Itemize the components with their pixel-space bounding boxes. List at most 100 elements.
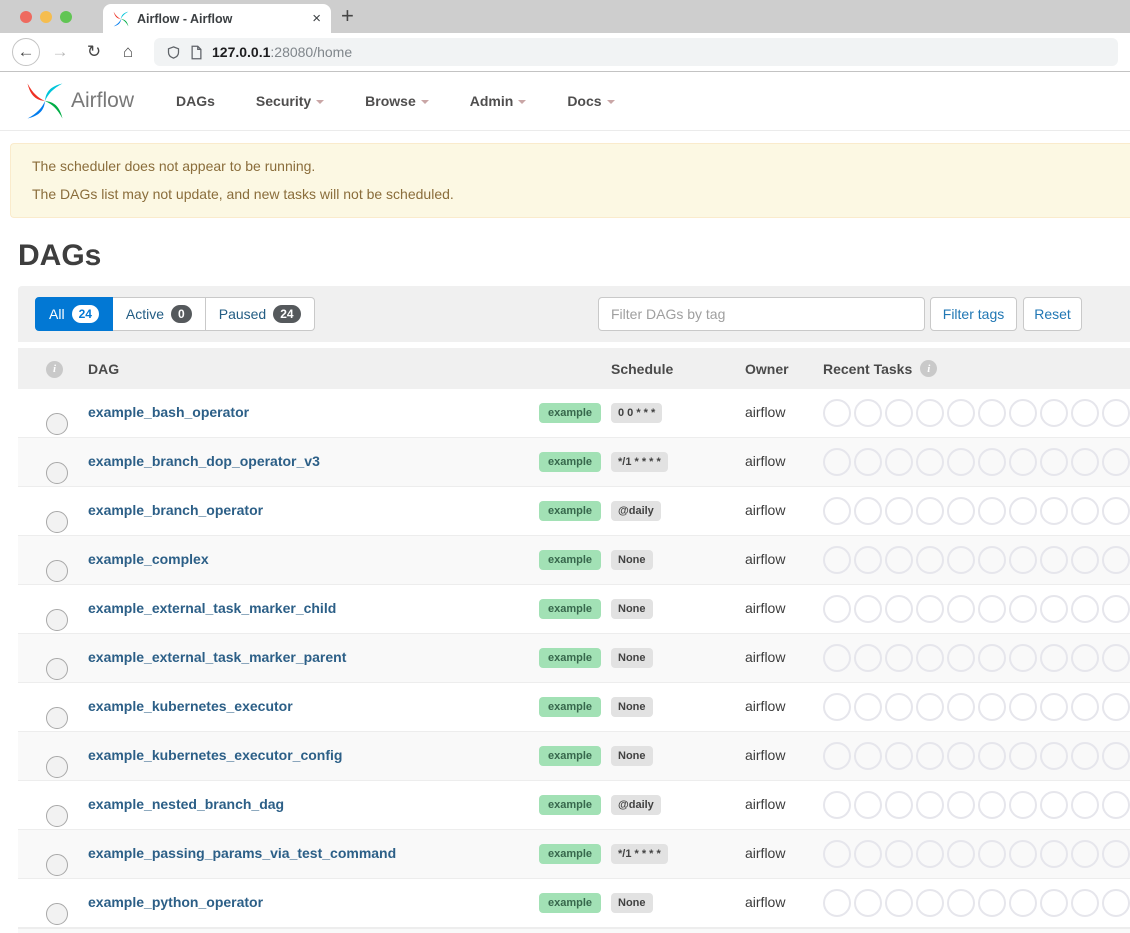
header-recent-tasks: Recent Tasks bbox=[823, 361, 912, 377]
task-status-circle bbox=[978, 644, 1006, 672]
schedule-badge: None bbox=[611, 648, 653, 668]
browser-tabstrip: Airflow - Airflow × + bbox=[0, 0, 1130, 33]
page-info-icon[interactable] bbox=[190, 45, 203, 60]
dag-tag-badge[interactable]: example bbox=[539, 746, 601, 766]
task-status-circle bbox=[823, 693, 851, 721]
task-status-circle bbox=[1071, 889, 1099, 917]
table-row: example_passing_params_via_test_command … bbox=[18, 830, 1130, 879]
task-status-circle bbox=[823, 595, 851, 623]
dag-tag-badge[interactable]: example bbox=[539, 452, 601, 472]
owner-label: airflow bbox=[745, 796, 785, 812]
airflow-logo-link[interactable]: Airflow bbox=[26, 82, 134, 120]
task-status-circle bbox=[1009, 791, 1037, 819]
all-count-badge: 24 bbox=[72, 305, 99, 323]
task-status-circle bbox=[1009, 497, 1037, 525]
dag-name-link[interactable]: example_external_task_marker_child bbox=[88, 600, 336, 616]
nav-item-docs[interactable]: Docs bbox=[567, 93, 614, 109]
owner-label: airflow bbox=[745, 698, 785, 714]
forward-button[interactable]: → bbox=[46, 38, 74, 66]
dag-tag-badge[interactable]: example bbox=[539, 893, 601, 913]
task-status-circle bbox=[1071, 840, 1099, 868]
table-row: example_bash_operator example 0 0 * * * … bbox=[18, 389, 1130, 438]
tab-paused[interactable]: Paused 24 bbox=[206, 297, 315, 331]
dags-content: All 24 Active 0 Paused 24 Filter tags Re… bbox=[18, 286, 1130, 933]
nav-item-browse[interactable]: Browse bbox=[365, 93, 429, 109]
filter-dags-by-tag-input[interactable] bbox=[598, 297, 925, 331]
nav-item-admin[interactable]: Admin bbox=[470, 93, 527, 109]
task-status-circle bbox=[1071, 595, 1099, 623]
task-status-circle bbox=[978, 889, 1006, 917]
task-status-circle bbox=[1102, 546, 1130, 574]
task-status-circle bbox=[1009, 840, 1037, 868]
dag-tag-badge[interactable]: example bbox=[539, 648, 601, 668]
task-status-circle bbox=[1040, 448, 1068, 476]
task-status-circle bbox=[1009, 693, 1037, 721]
dag-name-link[interactable]: example_complex bbox=[88, 551, 209, 567]
schedule-badge: */1 * * * * bbox=[611, 452, 668, 472]
tab-all[interactable]: All 24 bbox=[35, 297, 113, 331]
nav-item-dags[interactable]: DAGs bbox=[176, 93, 215, 109]
schedule-badge: None bbox=[611, 599, 653, 619]
reset-button[interactable]: Reset bbox=[1023, 297, 1082, 331]
dag-tag-badge[interactable]: example bbox=[539, 501, 601, 521]
window-controls bbox=[20, 11, 72, 23]
home-button[interactable]: ⌂ bbox=[114, 38, 142, 66]
task-status-circle bbox=[1040, 546, 1068, 574]
task-status-circle bbox=[978, 742, 1006, 770]
nav-item-security[interactable]: Security bbox=[256, 93, 324, 109]
task-status-circle bbox=[885, 448, 913, 476]
navbar-menu: DAGs Security Browse Admin Docs bbox=[176, 93, 615, 109]
window-close-button[interactable] bbox=[20, 11, 32, 23]
dag-name-link[interactable]: example_nested_branch_dag bbox=[88, 796, 284, 812]
dag-tag-badge[interactable]: example bbox=[539, 599, 601, 619]
task-status-circle bbox=[885, 840, 913, 868]
dag-tag-badge[interactable]: example bbox=[539, 550, 601, 570]
dag-name-link[interactable]: example_branch_dop_operator_v3 bbox=[88, 453, 320, 469]
address-bar[interactable]: 127.0.0.1:28080/home bbox=[154, 38, 1118, 66]
shield-icon[interactable] bbox=[166, 45, 181, 60]
dag-name-link[interactable]: example_branch_operator bbox=[88, 502, 263, 518]
task-status-circle bbox=[1102, 791, 1130, 819]
dag-name-link[interactable]: example_kubernetes_executor bbox=[88, 698, 293, 714]
dag-tag-badge[interactable]: example bbox=[539, 403, 601, 423]
dag-name-link[interactable]: example_passing_params_via_test_command bbox=[88, 845, 396, 861]
dag-tag-badge[interactable]: example bbox=[539, 697, 601, 717]
chevron-down-icon bbox=[607, 100, 615, 104]
reload-button[interactable]: ↻ bbox=[80, 38, 108, 66]
task-status-circle bbox=[854, 399, 882, 427]
task-status-circle bbox=[823, 399, 851, 427]
scheduler-warning-banner: The scheduler does not appear to be runn… bbox=[10, 143, 1130, 218]
tab-active[interactable]: Active 0 bbox=[113, 297, 206, 331]
browser-tab[interactable]: Airflow - Airflow × bbox=[103, 4, 331, 33]
tab-close-icon[interactable]: × bbox=[312, 11, 321, 26]
dag-name-link[interactable]: example_kubernetes_executor_config bbox=[88, 747, 342, 763]
task-status-circle bbox=[916, 644, 944, 672]
owner-label: airflow bbox=[745, 502, 785, 518]
schedule-badge: None bbox=[611, 893, 653, 913]
owner-label: airflow bbox=[745, 404, 785, 420]
task-status-circle bbox=[854, 644, 882, 672]
dag-table-header: i DAG Schedule Owner Recent Tasks i bbox=[18, 348, 1130, 389]
paused-count-badge: 24 bbox=[273, 305, 300, 323]
task-status-circle bbox=[885, 742, 913, 770]
task-status-circle bbox=[947, 840, 975, 868]
task-status-circle bbox=[1040, 693, 1068, 721]
task-status-circle bbox=[978, 448, 1006, 476]
chevron-down-icon bbox=[421, 100, 429, 104]
dag-name-link[interactable]: example_bash_operator bbox=[88, 404, 249, 420]
new-tab-button[interactable]: + bbox=[341, 3, 354, 29]
task-status-circle bbox=[1009, 742, 1037, 770]
task-status-circle bbox=[823, 840, 851, 868]
dag-tag-badge[interactable]: example bbox=[539, 844, 601, 864]
dag-tag-badge[interactable]: example bbox=[539, 795, 601, 815]
back-button[interactable]: ← bbox=[12, 38, 40, 66]
task-status-circle bbox=[916, 399, 944, 427]
window-zoom-button[interactable] bbox=[60, 11, 72, 23]
dag-name-link[interactable]: example_external_task_marker_parent bbox=[88, 649, 346, 665]
info-icon: i bbox=[920, 360, 937, 377]
window-minimize-button[interactable] bbox=[40, 11, 52, 23]
filter-tags-button[interactable]: Filter tags bbox=[930, 297, 1017, 331]
schedule-badge: None bbox=[611, 550, 653, 570]
dag-name-link[interactable]: example_python_operator bbox=[88, 894, 263, 910]
task-status-circle bbox=[854, 448, 882, 476]
